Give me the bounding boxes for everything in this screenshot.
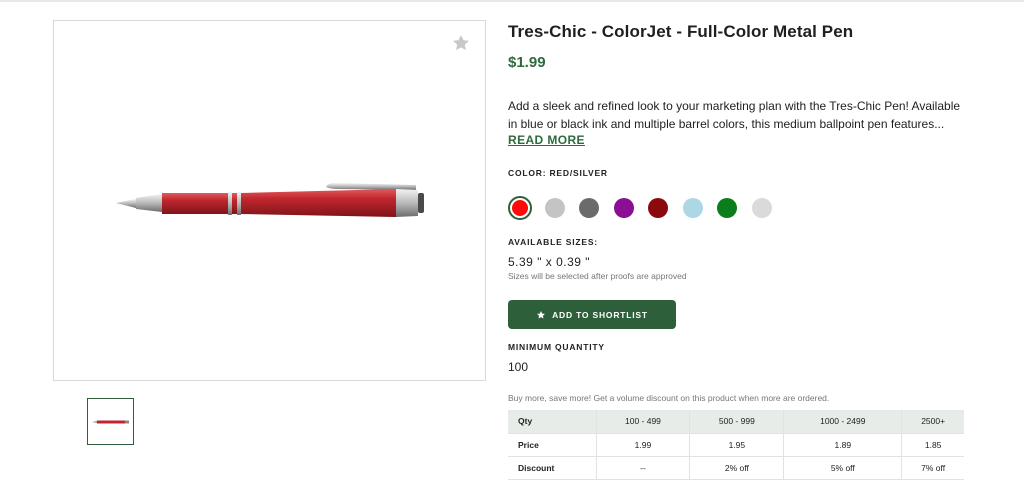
pricing-price-row: Price 1.99 1.95 1.89 1.85 <box>508 433 964 457</box>
product-price: $1.99 <box>508 54 546 71</box>
color-swatch-dark-gray[interactable] <box>579 198 599 218</box>
size-value: 5.39 " x 0.39 " <box>508 255 591 269</box>
pricing-header-row: Qty 100 - 499 500 - 999 1000 - 2499 2500… <box>508 410 964 434</box>
color-swatch-light-gray[interactable] <box>544 198 565 218</box>
pen-product-image <box>116 183 424 217</box>
pricing-header-cell: 1000 - 2499 <box>783 410 902 434</box>
pricing-cell: 1.99 <box>595 433 690 457</box>
pricing-cell: 7% off <box>901 456 964 480</box>
pricing-discount-row: Discount -- 2% off 5% off 7% off <box>508 456 964 480</box>
color-swatches <box>508 196 778 220</box>
minimum-quantity-label: MINIMUM QUANTITY <box>508 342 605 352</box>
read-more-link[interactable]: READ MORE <box>508 133 585 147</box>
product-image-panel <box>53 20 486 381</box>
pricing-cell: 1.85 <box>901 433 964 457</box>
color-swatch-purple[interactable] <box>613 198 634 218</box>
color-swatch-silver[interactable] <box>751 198 772 218</box>
pricing-cell: 2% off <box>689 456 784 480</box>
color-swatch-burgundy[interactable] <box>648 198 668 218</box>
volume-discount-note: Buy more, save more! Get a volume discou… <box>508 393 830 403</box>
color-label: COLOR: RED/SILVER <box>508 168 608 178</box>
product-thumbnail[interactable] <box>87 398 134 445</box>
pen-thumbnail-image <box>92 420 129 424</box>
top-divider <box>0 0 1024 2</box>
pricing-cell: 1.95 <box>689 433 784 457</box>
pricing-header-cell: 2500+ <box>901 410 964 434</box>
color-swatch-red[interactable] <box>508 196 532 220</box>
color-swatch-green[interactable] <box>717 198 737 218</box>
add-to-shortlist-button[interactable]: ADD TO SHORTLIST <box>508 300 676 329</box>
available-sizes-label: AVAILABLE SIZES: <box>508 237 598 247</box>
pricing-header-cell: 500 - 999 <box>689 410 784 434</box>
pricing-cell: -- <box>595 456 690 480</box>
pricing-header-cell: 100 - 499 <box>595 410 690 434</box>
product-title: Tres-Chic - ColorJet - Full-Color Metal … <box>508 22 854 41</box>
minimum-quantity-value: 100 <box>508 360 529 374</box>
pricing-cell: 1.89 <box>783 433 902 457</box>
pricing-header-cell: Qty <box>508 410 596 434</box>
pricing-cell: 5% off <box>783 456 902 480</box>
pricing-cell: Discount <box>508 456 596 480</box>
star-icon[interactable] <box>451 33 471 53</box>
size-note: Sizes will be selected after proofs are … <box>508 271 687 281</box>
shortlist-button-label: ADD TO SHORTLIST <box>552 309 648 320</box>
product-description: Add a sleek and refined look to your mar… <box>508 99 961 131</box>
star-icon <box>537 310 546 319</box>
color-swatch-light-blue[interactable] <box>682 198 703 218</box>
pricing-cell: Price <box>508 433 596 457</box>
pricing-table: Qty 100 - 499 500 - 999 1000 - 2499 2500… <box>508 410 964 480</box>
